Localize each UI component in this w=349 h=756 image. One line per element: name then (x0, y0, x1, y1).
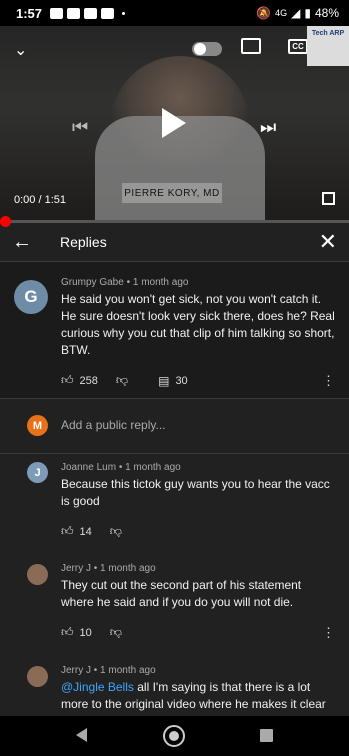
comment-actions: 👍︎ 258 👎︎ ▤ 30 (61, 373, 188, 388)
nav-back-icon[interactable] (76, 728, 87, 742)
dislike-icon[interactable]: 👎︎ (116, 373, 128, 388)
nav-recents-icon[interactable] (260, 729, 273, 742)
add-reply-row[interactable]: M Add a public reply... (0, 398, 349, 454)
system-status: 🔕 4G ◢ ▮ 48% (256, 6, 339, 20)
like-count: 10 (79, 626, 92, 639)
like-icon[interactable]: 👍︎ (61, 373, 74, 388)
reply-item: Jerry J • 1 month ago They cut out the s… (0, 556, 349, 656)
replies-header: ← Replies ✕ (0, 223, 349, 262)
replies-title: Replies (60, 234, 107, 250)
autoplay-toggle[interactable] (192, 42, 222, 56)
avatar[interactable]: G (14, 280, 48, 314)
avatar[interactable] (27, 564, 48, 585)
dislike-icon[interactable]: 👎︎ (110, 625, 122, 640)
dislike-icon[interactable]: 👎︎ (110, 524, 122, 539)
reply-item: J Joanne Lum • 1 month ago Because this … (0, 455, 349, 553)
back-arrow-icon[interactable]: ← (12, 231, 32, 254)
like-count: 258 (79, 374, 98, 387)
video-time: 0:00 / 1:51 (14, 194, 66, 206)
mute-icon: 🔕 (256, 6, 272, 20)
reply-item: Jerry J • 1 month ago @Jingle Bells all … (0, 658, 349, 716)
system-nav-bar (0, 716, 349, 756)
more-options-icon[interactable]: ⋮ (322, 625, 335, 641)
comment-meta: Grumpy Gabe • 1 month ago (61, 277, 189, 288)
reply-actions: 👍︎ 14 👎︎ (61, 524, 128, 539)
like-icon[interactable]: 👍︎ (61, 625, 74, 640)
image-notification-icon (67, 7, 81, 19)
youtube-notification-icon (84, 7, 98, 19)
notification-icons (50, 7, 126, 19)
status-bar: 1:57 🔕 4G ◢ ▮ 48% (0, 0, 349, 26)
minimize-chevron-icon[interactable]: ⌄ (14, 40, 27, 60)
network-label: 4G (275, 8, 288, 18)
cast-icon[interactable] (241, 38, 261, 54)
like-count: 14 (79, 525, 92, 538)
youtube-notification-icon (101, 7, 115, 19)
replies-icon[interactable]: ▤ (158, 374, 169, 388)
reply-meta: Jerry J • 1 month ago (61, 665, 156, 676)
video-player[interactable]: PIERRE KORY, MD ⌄ CC Tech ARP ⏮ ⏭ 0:00 /… (0, 26, 349, 222)
reply-meta: Joanne Lum • 1 month ago (61, 462, 181, 473)
main-comment: G Grumpy Gabe • 1 month ago He said you … (0, 262, 349, 398)
more-notifications-icon (122, 11, 126, 15)
previous-icon[interactable]: ⏮ (72, 117, 88, 138)
reply-text: Because this tictok guy wants you to hea… (61, 477, 330, 508)
signal-icon: ◢ (291, 6, 301, 20)
next-icon[interactable]: ⏭ (260, 117, 276, 138)
comment-text: He said you won't get sick, not you won'… (61, 292, 335, 357)
user-avatar: M (27, 415, 48, 436)
play-icon[interactable] (162, 108, 186, 138)
mention-link[interactable]: @Jingle Bells (61, 680, 134, 694)
avatar[interactable] (27, 666, 48, 687)
reply-meta: Jerry J • 1 month ago (61, 563, 156, 574)
reply-text: @Jingle Bells all I'm saying is that the… (61, 679, 337, 713)
battery-icon: ▮ (304, 6, 311, 20)
watermark-logo: Tech ARP (307, 26, 349, 66)
reply-count: 30 (175, 374, 188, 387)
fullscreen-icon[interactable] (322, 192, 335, 205)
battery-level: 48% (314, 6, 339, 20)
avatar[interactable]: J (27, 462, 48, 483)
captions-icon[interactable]: CC (288, 39, 308, 54)
status-time: 1:57 (16, 5, 43, 21)
like-icon[interactable]: 👍︎ (61, 524, 74, 539)
nav-home-icon[interactable] (163, 725, 185, 747)
reply-actions: 👍︎ 10 👎︎ (61, 625, 128, 640)
more-options-icon[interactable]: ⋮ (322, 373, 335, 389)
reply-text: They cut out the second part of his stat… (61, 578, 302, 609)
reply-input[interactable]: Add a public reply... (61, 418, 166, 432)
youtube-notification-icon (50, 7, 64, 19)
watermark-text: Tech ARP (311, 30, 345, 37)
close-icon[interactable]: ✕ (319, 229, 337, 255)
